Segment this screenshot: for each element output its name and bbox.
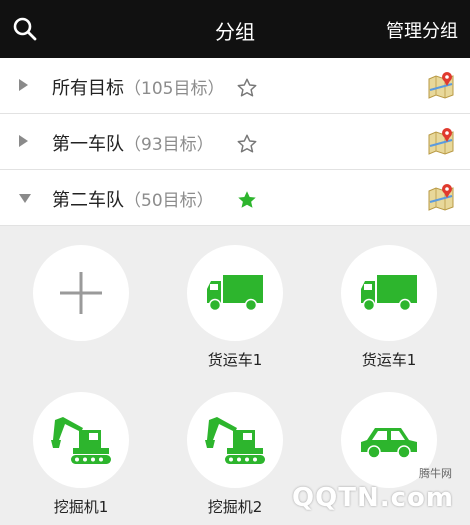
map-icon[interactable] xyxy=(426,70,456,100)
top-bar: 分组 管理分组 xyxy=(0,0,470,58)
star-outline-icon[interactable] xyxy=(236,77,258,99)
group-row-all[interactable]: 所有目标（105目标） xyxy=(0,58,470,114)
vehicle-item[interactable]: 货运车1 xyxy=(175,245,295,370)
vehicle-icon-circle[interactable] xyxy=(187,392,283,488)
excavator-icon xyxy=(205,417,265,464)
truck-icon xyxy=(207,275,263,312)
vehicle-icon-circle[interactable] xyxy=(341,245,437,341)
group-name: 第二车队（50目标） xyxy=(52,190,214,211)
vehicle-label: 挖掘机2 xyxy=(207,498,263,516)
star-filled-icon[interactable] xyxy=(236,189,258,211)
vehicle-icon-circle[interactable] xyxy=(33,392,129,488)
manage-groups-button[interactable]: 管理分组 xyxy=(386,17,458,43)
vehicle-item[interactable]: 货运车1 xyxy=(329,245,449,370)
expand-arrow-icon[interactable] xyxy=(19,79,28,91)
plus-icon xyxy=(60,272,102,314)
excavator-icon xyxy=(51,417,111,464)
group-list: 所有目标（105目标） 第一车队（93目标） 第二车队（50目标） xyxy=(0,58,470,226)
group-count: （50目标） xyxy=(124,191,214,211)
watermark-text: QQTN.com xyxy=(292,483,454,513)
group-name: 所有目标（105目标） xyxy=(52,78,225,99)
collapse-arrow-icon[interactable] xyxy=(19,194,31,203)
vehicle-icon-circle[interactable] xyxy=(33,245,129,341)
star-outline-icon[interactable] xyxy=(236,133,258,155)
expand-arrow-icon[interactable] xyxy=(19,135,28,147)
watermark-small-text: 腾牛网 xyxy=(419,467,452,480)
map-icon[interactable] xyxy=(426,182,456,212)
vehicle-label: 挖掘机1 xyxy=(53,498,109,516)
group-count: （105目标） xyxy=(124,79,225,99)
group-count: （93目标） xyxy=(124,135,214,155)
watermark: 腾牛网 QQTN.com xyxy=(284,463,464,521)
map-icon[interactable] xyxy=(426,126,456,156)
vehicle-label: 货运车1 xyxy=(207,351,263,369)
group-row-second-team[interactable]: 第二车队（50目标） xyxy=(0,170,470,226)
vehicle-item[interactable]: 挖掘机1 xyxy=(21,392,141,517)
truck-icon xyxy=(361,275,417,312)
vehicle-icon-circle[interactable] xyxy=(187,245,283,341)
car-icon xyxy=(361,428,417,459)
add-vehicle-button[interactable] xyxy=(21,245,141,349)
group-row-first-team[interactable]: 第一车队（93目标） xyxy=(0,114,470,170)
group-name: 第一车队（93目标） xyxy=(52,134,214,155)
vehicle-item[interactable]: 挖掘机2 xyxy=(175,392,295,517)
vehicle-label: 货运车1 xyxy=(361,351,417,369)
